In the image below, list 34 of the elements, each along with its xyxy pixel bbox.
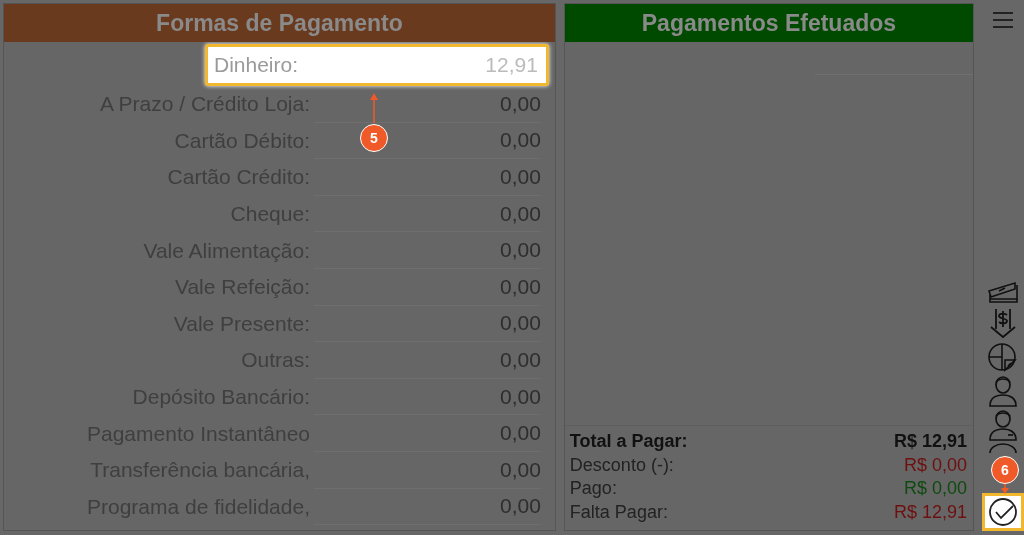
amount-field[interactable]: 0,00 [314, 268, 541, 306]
amount-field[interactable]: 0,00 [314, 451, 541, 489]
amount-field[interactable]: 12,91 [302, 47, 538, 83]
total-label: Total a Pagar: [569, 431, 688, 453]
total-value: R$ 0,00 [903, 478, 967, 500]
amount-field[interactable]: 0,00 [314, 305, 541, 343]
amount-field[interactable]: 0,00 [314, 488, 541, 526]
person-badge-icon[interactable] [988, 409, 1018, 441]
amount-field[interactable]: 0,00 [314, 378, 541, 416]
pie-chart-icon[interactable] [987, 341, 1019, 373]
total-label: Pago: [569, 478, 617, 500]
callout-arrow [369, 92, 379, 124]
total-value: R$ 12,91 [893, 501, 967, 523]
total-value: R$ 0,00 [903, 454, 967, 476]
check-circle-icon [988, 497, 1018, 527]
step-badge: 6 [991, 456, 1019, 484]
panel-title: Formas de Pagamento [4, 4, 555, 42]
callout-arrow [1000, 484, 1010, 494]
highlighted-payment-row[interactable]: Dinheiro: 12,91 [205, 44, 549, 86]
amount-field[interactable]: 0,00 [314, 342, 541, 379]
amount-field[interactable]: 0,00 [314, 159, 541, 196]
menu-icon[interactable] [992, 11, 1014, 29]
amount-field[interactable]: 0,00 [314, 232, 541, 269]
dollar-down-icon[interactable] [988, 307, 1018, 339]
money-icon[interactable] [987, 279, 1019, 305]
payment-label: Dinheiro: [213, 53, 299, 77]
amount-field[interactable]: 0,00 [314, 415, 541, 452]
confirm-button[interactable] [982, 493, 1024, 531]
panel-title: Pagamentos Efetuados [564, 4, 973, 42]
total-label: Desconto (-): [569, 454, 674, 476]
person-icon[interactable] [988, 375, 1018, 407]
total-label: Falta Pagar: [569, 501, 668, 523]
total-value: R$ 12,91 [893, 431, 967, 453]
amount-field[interactable]: 0,00 [314, 195, 541, 233]
